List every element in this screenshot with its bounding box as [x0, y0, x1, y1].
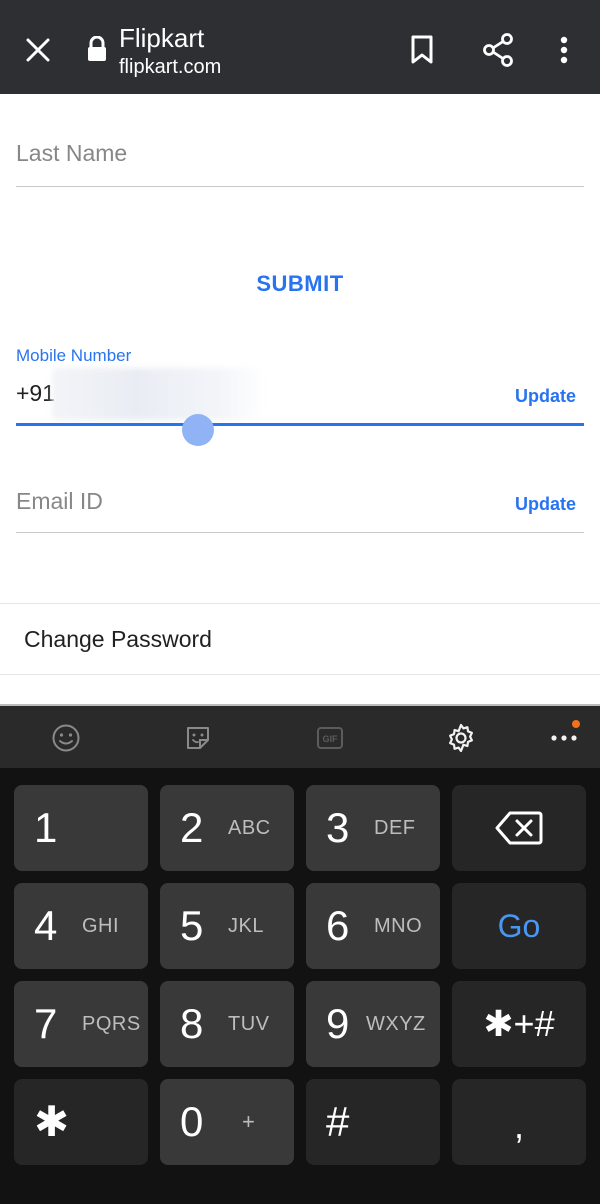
bookmark-icon[interactable] — [402, 30, 442, 70]
comma-label: , — [513, 1105, 524, 1146]
lock-icon — [86, 35, 108, 62]
browser-toolbar: Flipkart flipkart.com — [0, 0, 600, 94]
key-7[interactable]: 7 PQRS — [14, 981, 148, 1067]
key-digit: 5 — [180, 902, 204, 949]
key-2[interactable]: 2 ABC — [160, 785, 294, 871]
key-digit: 9 — [326, 1000, 350, 1047]
section-divider — [0, 674, 600, 675]
site-info[interactable]: Flipkart flipkart.com — [119, 22, 221, 79]
key-3[interactable]: 3 DEF — [306, 785, 440, 871]
gif-icon[interactable]: GIF — [314, 722, 346, 754]
key-digit: 8 — [180, 1000, 204, 1047]
settings-icon[interactable] — [445, 722, 477, 754]
last-name-underline — [16, 186, 584, 187]
notification-dot — [572, 720, 580, 728]
backspace-icon — [495, 811, 543, 845]
mobile-number-value[interactable]: +91 — [16, 380, 55, 407]
site-title: Flipkart — [119, 23, 205, 53]
key-4[interactable]: 4 GHI — [14, 883, 148, 969]
mobile-active-underline — [16, 423, 584, 426]
key-letters: DEF — [374, 817, 416, 839]
key-digit: 2 — [180, 804, 204, 851]
hash-label: # — [326, 1098, 350, 1145]
sticker-icon[interactable] — [182, 722, 214, 754]
key-letters: TUV — [228, 1013, 270, 1035]
last-name-placeholder: Last Name — [16, 140, 128, 166]
key-0[interactable]: 0 + — [160, 1079, 294, 1165]
section-divider — [0, 603, 600, 604]
symbols-label: ✱+# — [483, 1003, 555, 1044]
email-field[interactable]: Email ID Update — [16, 486, 584, 536]
key-letters: PQRS — [82, 1013, 141, 1035]
key-5[interactable]: 5 JKL — [160, 883, 294, 969]
symbols-key[interactable]: ✱+# — [452, 981, 586, 1067]
close-icon[interactable] — [18, 30, 58, 70]
key-letters: MNO — [374, 915, 423, 937]
keyboard-toolbar: GIF — [0, 704, 600, 768]
email-underline — [16, 532, 584, 533]
key-digit: 1 — [34, 804, 58, 851]
site-url: flipkart.com — [119, 56, 222, 78]
key-1[interactable]: 1 — [14, 785, 148, 871]
comma-key[interactable]: , — [452, 1079, 586, 1165]
asterisk-label: ✱ — [34, 1098, 70, 1145]
key-letters: WXYZ — [366, 1013, 426, 1035]
key-digit: 6 — [326, 902, 350, 949]
more-vertical-icon[interactable] — [548, 30, 580, 70]
text-cursor-handle[interactable] — [182, 414, 214, 446]
hash-key[interactable]: # — [306, 1079, 440, 1165]
key-6[interactable]: 6 MNO — [306, 883, 440, 969]
gif-label: GIF — [323, 734, 339, 744]
asterisk-key[interactable]: ✱ — [14, 1079, 148, 1165]
submit-button[interactable]: SUBMIT — [200, 262, 400, 306]
share-icon[interactable] — [476, 28, 520, 72]
redacted-number — [52, 368, 264, 420]
key-9[interactable]: 9 WXYZ — [306, 981, 440, 1067]
key-8[interactable]: 8 TUV — [160, 981, 294, 1067]
key-digit: 0 — [180, 1098, 204, 1145]
numeric-keyboard: 1 2 ABC 3 DEF 4 GHI 5 JKL 6 MNO Go 7 PQR… — [0, 768, 600, 1204]
last-name-field[interactable]: Last Name — [16, 140, 584, 190]
key-digit: 4 — [34, 902, 58, 949]
mobile-number-label: Mobile Number — [16, 346, 132, 365]
key-digit: 3 — [326, 804, 350, 851]
mobile-number-field[interactable]: Mobile Number +91 Update — [16, 346, 584, 446]
key-digit: 7 — [34, 1000, 58, 1047]
mobile-update-button[interactable]: Update — [515, 386, 576, 407]
change-password-link[interactable]: Change Password — [24, 626, 212, 653]
key-letters: GHI — [82, 915, 120, 937]
key-plus-sub: + — [242, 1109, 255, 1134]
email-placeholder: Email ID — [16, 488, 103, 514]
backspace-key[interactable] — [452, 785, 586, 871]
key-letters: ABC — [228, 817, 271, 839]
key-letters: JKL — [228, 915, 264, 937]
emoji-icon[interactable] — [50, 722, 82, 754]
go-label: Go — [497, 907, 541, 944]
go-key[interactable]: Go — [452, 883, 586, 969]
email-update-button[interactable]: Update — [515, 494, 576, 515]
